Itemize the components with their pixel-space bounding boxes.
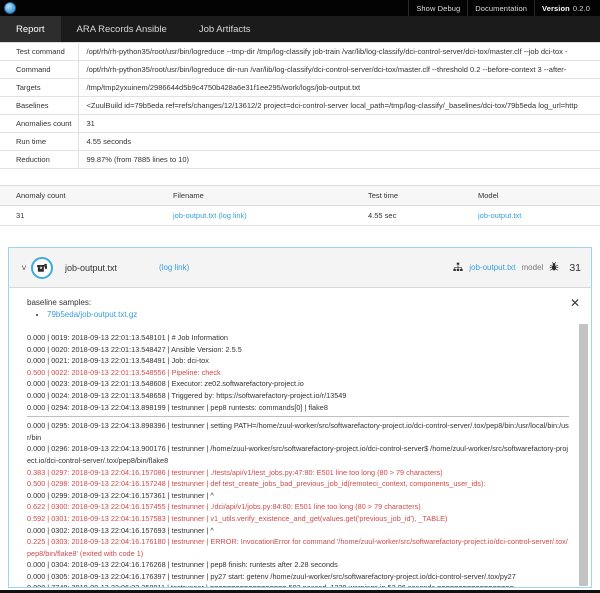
log-line: 0.000 | 7748: 2018-09-13 22:06:22.358911… bbox=[27, 582, 569, 588]
anomaly-count-badge: 31 bbox=[569, 262, 581, 274]
info-value: <ZuulBuild id=79b5eda ref=refs/changes/1… bbox=[78, 97, 600, 115]
tab-report[interactable]: Report bbox=[0, 16, 61, 42]
table-row: 31 job-output.txt (log link) 4.55 sec jo… bbox=[0, 206, 600, 226]
card-body: ✕ baseline samples: 79b5eda/job-output.t… bbox=[9, 288, 591, 588]
log-group: 0.000 | 0295: 2018-09-13 22:04:13.898396… bbox=[27, 416, 569, 588]
scrollbar-thumb[interactable] bbox=[579, 324, 588, 586]
log-line: 0.000 | 0020: 2018-09-13 22:01:13.548427… bbox=[27, 344, 569, 356]
table-row: Reduction 99.87% (from 7885 lines to 10) bbox=[0, 151, 600, 169]
table-row: Baselines <ZuulBuild id=79b5eda ref=refs… bbox=[0, 97, 600, 115]
log-line: 0.000 | 0296: 2018-09-13 22:04:13.900176… bbox=[27, 443, 569, 466]
table-row: Targets /tmp/tmp2yxuinem/2986644d5b9c475… bbox=[0, 79, 600, 97]
info-key: Targets bbox=[0, 79, 78, 97]
info-key: Test command bbox=[0, 43, 78, 61]
log-line-anomaly: 0.500 | 0022: 2018-09-13 22:01:13.548556… bbox=[27, 367, 569, 379]
log-lines-viewport[interactable]: 0.000 | 0019: 2018-09-13 22:01:13.548101… bbox=[9, 332, 591, 588]
log-line: 0.000 | 0299: 2018-09-13 22:04:16.157361… bbox=[27, 490, 569, 502]
tab-bar: Report ARA Records Ansible Job Artifacts bbox=[0, 16, 600, 42]
close-icon[interactable]: ✕ bbox=[570, 297, 580, 309]
tab-ara-records-ansible[interactable]: ARA Records Ansible bbox=[61, 16, 183, 42]
log-line: 0.000 | 0024: 2018-09-13 22:01:13.548658… bbox=[27, 390, 569, 402]
anomaly-summary-table: Anomaly count Filename Test time Model 3… bbox=[0, 185, 600, 226]
card-model-suffix: model bbox=[522, 263, 544, 272]
card-header-meta: job-output.txt model 31 bbox=[453, 262, 581, 274]
table-header-row: Anomaly count Filename Test time Model bbox=[0, 186, 600, 206]
log-line: 0.000 | 0294: 2018-09-13 22:04:13.898199… bbox=[27, 402, 569, 414]
card-header: ˅ job-output.txt (log link) bbox=[9, 248, 591, 288]
column-header-model: Model bbox=[470, 186, 600, 206]
info-value: 4.55 seconds bbox=[78, 133, 600, 151]
version-indicator: Version0.2.0 bbox=[534, 0, 600, 16]
info-value: /opt/rh/rh-python35/root/usr/bin/logredu… bbox=[78, 61, 600, 79]
baseline-samples-list: 79b5eda/job-output.txt.gz bbox=[27, 310, 583, 319]
log-line: 0.000 | 0019: 2018-09-13 22:01:13.548101… bbox=[27, 332, 569, 344]
model-link[interactable]: job-output.txt bbox=[478, 211, 521, 220]
info-value: 31 bbox=[78, 115, 600, 133]
file-archive-icon bbox=[31, 257, 53, 279]
cell-test-time: 4.55 sec bbox=[360, 206, 470, 226]
info-key: Reduction bbox=[0, 151, 78, 169]
tab-job-artifacts[interactable]: Job Artifacts bbox=[183, 16, 267, 42]
top-navigation-bar: Show Debug Documentation Version0.2.0 bbox=[0, 0, 600, 16]
filename-log-link[interactable]: (log link) bbox=[218, 211, 246, 220]
chevron-down-icon[interactable]: ˅ bbox=[17, 263, 31, 273]
info-key: Run time bbox=[0, 133, 78, 151]
info-key: Baselines bbox=[0, 97, 78, 115]
log-line: 0.000 | 0305: 2018-09-13 22:04:16.176397… bbox=[27, 571, 569, 583]
info-value: /opt/rh/rh-python35/root/usr/bin/logredu… bbox=[78, 43, 600, 61]
log-line: 0.000 | 0295: 2018-09-13 22:04:13.898396… bbox=[27, 420, 569, 443]
sitemap-icon bbox=[453, 262, 463, 274]
log-line: 0.000 | 0023: 2018-09-13 22:01:13.548608… bbox=[27, 378, 569, 390]
version-label: Version bbox=[542, 4, 570, 13]
filename-link[interactable]: job-output.txt bbox=[173, 211, 216, 220]
card-model-link[interactable]: job-output.txt bbox=[469, 263, 515, 272]
documentation-link[interactable]: Documentation bbox=[467, 0, 534, 16]
section-spacer bbox=[0, 169, 600, 185]
log-line: 0.000 | 0304: 2018-09-13 22:04:16.176268… bbox=[27, 559, 569, 571]
log-line: 0.000 | 0021: 2018-09-13 22:01:13.548491… bbox=[27, 355, 569, 367]
baseline-samples-section: baseline samples: 79b5eda/job-output.txt… bbox=[9, 288, 591, 325]
app-logo-icon[interactable] bbox=[4, 2, 16, 14]
info-value: /tmp/tmp2yxuinem/2986644d5b9c4750b428a6e… bbox=[78, 79, 600, 97]
cell-filename: job-output.txt (log link) bbox=[165, 206, 360, 226]
baseline-samples-heading: baseline samples: bbox=[27, 298, 583, 307]
info-value: 99.87% (from 7885 lines to 10) bbox=[78, 151, 600, 169]
log-line-anomaly: 0.592 | 0301: 2018-09-13 22:04:16.157583… bbox=[27, 513, 569, 525]
column-header-anomaly-count: Anomaly count bbox=[0, 186, 165, 206]
log-group: 0.000 | 0019: 2018-09-13 22:01:13.548101… bbox=[27, 332, 569, 413]
table-row: Command /opt/rh/rh-python35/root/usr/bin… bbox=[0, 61, 600, 79]
info-key: Anomalies count bbox=[0, 115, 78, 133]
table-row: Anomalies count 31 bbox=[0, 115, 600, 133]
log-line-anomaly: 0.622 | 0300: 2018-09-13 22:04:16.157455… bbox=[27, 501, 569, 513]
info-key: Command bbox=[0, 61, 78, 79]
cell-model: job-output.txt bbox=[470, 206, 600, 226]
scrollbar[interactable] bbox=[579, 324, 588, 588]
card-title: job-output.txt bbox=[65, 263, 117, 273]
column-header-test-time: Test time bbox=[360, 186, 470, 206]
log-line-anomaly: 0.225 | 0303: 2018-09-13 22:04:16.176180… bbox=[27, 536, 569, 559]
column-header-filename: Filename bbox=[165, 186, 360, 206]
anomaly-report-card: ˅ job-output.txt (log link) bbox=[8, 247, 592, 588]
log-line-anomaly: 0.500 | 0298: 2018-09-13 22:04:16.157248… bbox=[27, 478, 569, 490]
version-value: 0.2.0 bbox=[573, 4, 590, 13]
show-debug-button[interactable]: Show Debug bbox=[408, 0, 467, 16]
baseline-sample-link[interactable]: 79b5eda/job-output.txt.gz bbox=[47, 310, 137, 319]
table-row: Run time 4.55 seconds bbox=[0, 133, 600, 151]
run-info-table: Test command /opt/rh/rh-python35/root/us… bbox=[0, 42, 600, 169]
log-line: 0.000 | 0302: 2018-09-13 22:04:16.157693… bbox=[27, 525, 569, 537]
log-line-anomaly: 0.383 | 0297: 2018-09-13 22:04:16.157086… bbox=[27, 467, 569, 479]
bug-icon bbox=[549, 262, 559, 274]
table-row: Test command /opt/rh/rh-python35/root/us… bbox=[0, 43, 600, 61]
cell-anomaly-count: 31 bbox=[0, 206, 165, 226]
card-log-link[interactable]: (log link) bbox=[159, 263, 189, 272]
list-item: 79b5eda/job-output.txt.gz bbox=[47, 310, 583, 319]
